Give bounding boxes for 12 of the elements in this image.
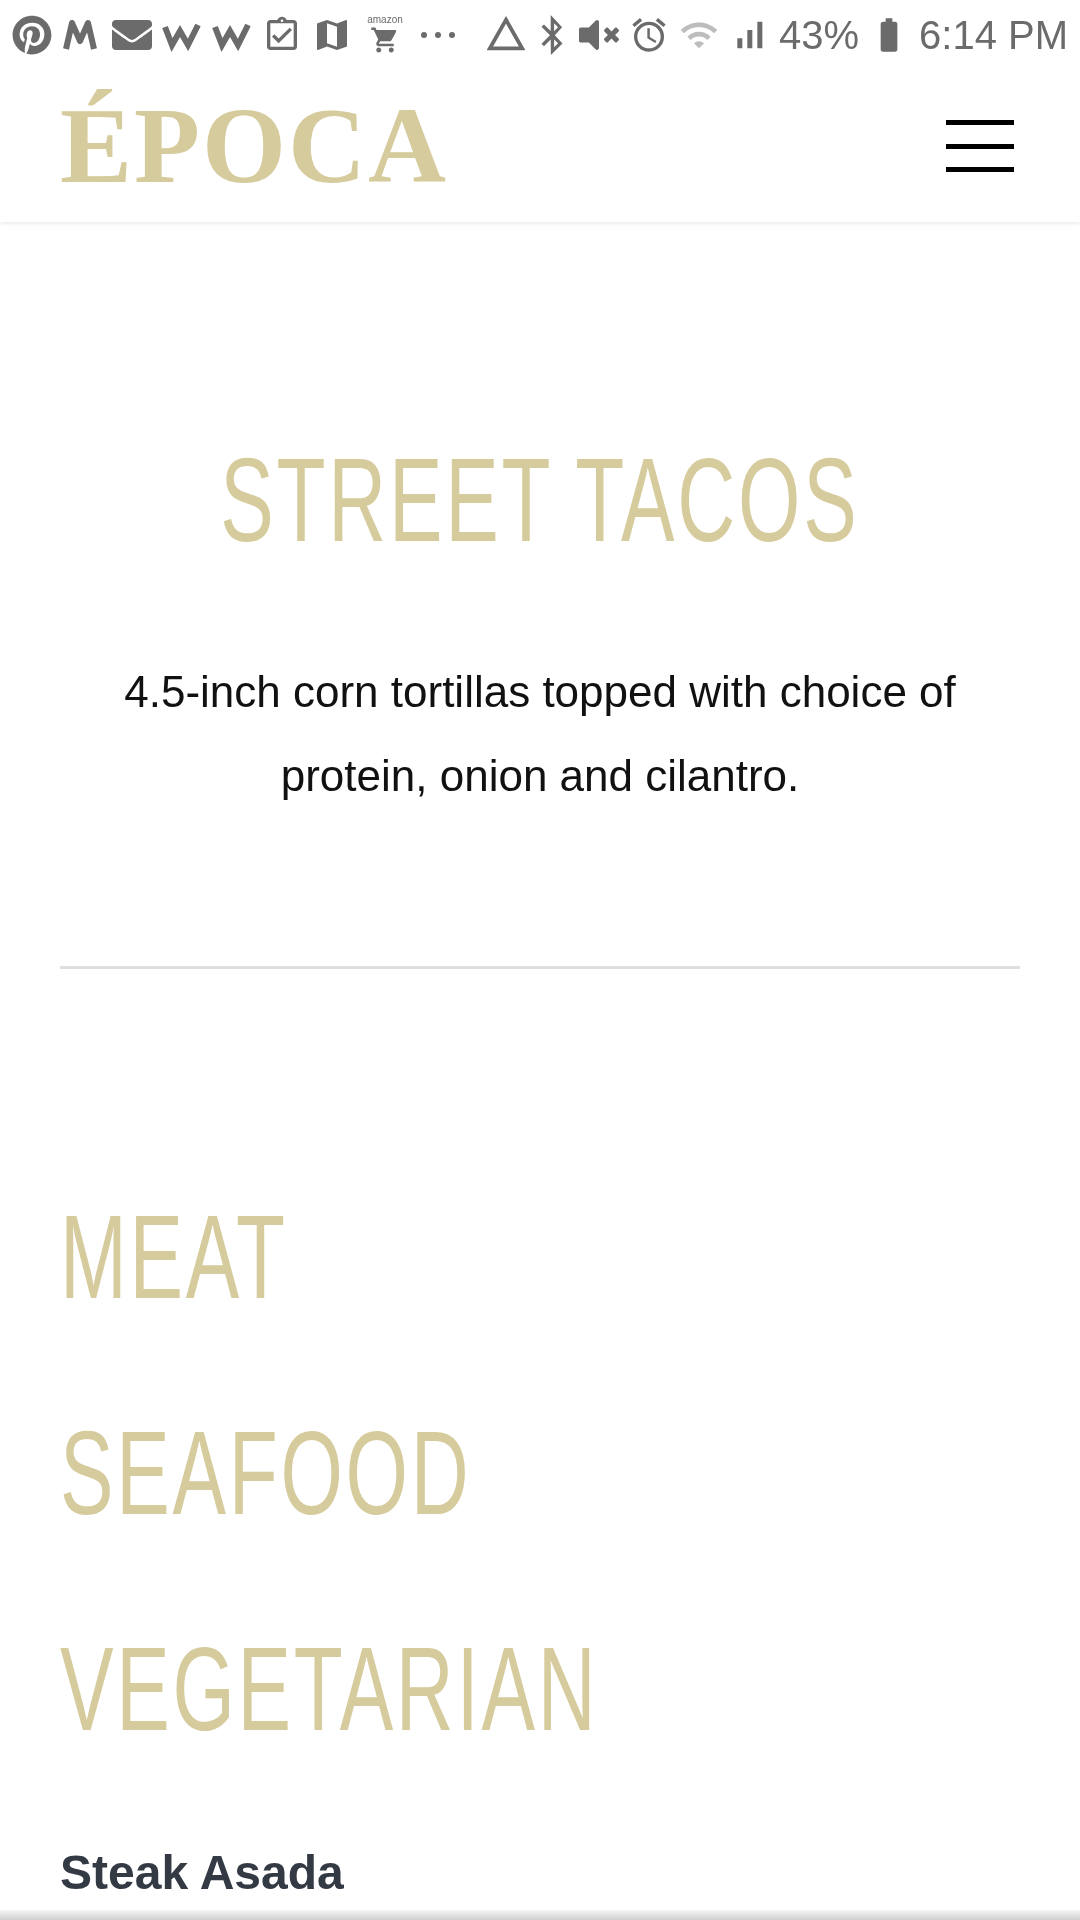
battery-percent: 43% (778, 15, 860, 55)
section-description: 4.5-inch corn tortillas topped with choice of protein, onion and cilantro. (123, 666, 957, 802)
category-tab[interactable]: SEAFOOD (60, 1414, 472, 1532)
category-tab[interactable]: MEAT (60, 1198, 288, 1316)
category-tab[interactable]: VEGETARIAN (60, 1630, 599, 1748)
more-dots-icon (418, 30, 458, 40)
menu-icon[interactable] (946, 118, 1014, 174)
section-title: STREET TACOS (220, 441, 860, 559)
pinterest-icon (12, 15, 52, 55)
store-label: amazon (367, 15, 403, 25)
clock-time: 6:14 PM (919, 15, 1068, 55)
menu-item-name: Steak Asada (60, 1846, 344, 1899)
